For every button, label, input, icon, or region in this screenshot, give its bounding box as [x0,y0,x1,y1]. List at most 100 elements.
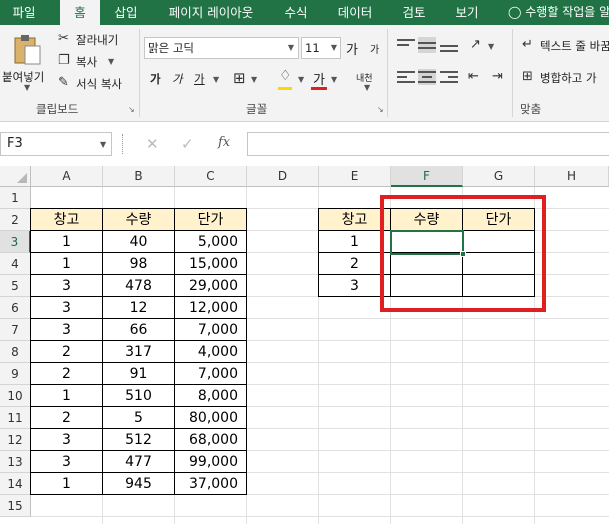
table1-cell[interactable]: 3 [30,274,103,297]
merge-center-button[interactable]: ⊞ 병합하고 가 [522,69,609,87]
table1-cell[interactable]: 2 [30,406,103,429]
table1-header-cell[interactable]: 창고 [30,208,103,231]
tab-insert[interactable]: 삽입 [105,0,147,25]
align-center-icon[interactable] [418,69,436,85]
row-header-1[interactable]: 1 [0,187,31,209]
row-header-2[interactable]: 2 [0,209,31,231]
column-header-d[interactable]: D [247,166,319,187]
row-header-7[interactable]: 7 [0,319,31,341]
align-bottom-icon[interactable] [440,37,458,53]
table1-cell[interactable]: 29,000 [174,274,247,297]
cancel-icon[interactable]: ✕ [146,135,159,153]
table1-cell[interactable]: 3 [30,318,103,341]
row-header-3[interactable]: 3 [0,231,31,253]
table1-header-cell[interactable]: 단가 [174,208,247,231]
table1-cell[interactable]: 12,000 [174,296,247,319]
tab-file[interactable]: 파일 [0,0,48,25]
tab-view[interactable]: 보기 [446,0,488,25]
borders-icon[interactable]: ⊞ [233,69,246,87]
align-left-icon[interactable] [397,69,415,85]
row-header-8[interactable]: 8 [0,341,31,363]
insert-function-icon[interactable]: fx [218,135,230,150]
column-header-g[interactable]: G [463,166,535,187]
table1-cell[interactable]: 1 [30,252,103,275]
table1-cell[interactable]: 91 [102,362,175,385]
increase-indent-icon[interactable]: ⇥ [492,69,503,84]
table1-cell[interactable]: 477 [102,450,175,473]
orientation-icon[interactable]: ↗ [470,37,481,52]
tab-page-layout[interactable]: 페이지 레이아웃 [158,0,264,25]
table1-cell[interactable]: 68,000 [174,428,247,451]
paste-button[interactable]: 붙여넣기 ▼ [2,31,50,92]
table1-cell[interactable]: 15,000 [174,252,247,275]
row-header-10[interactable]: 10 [0,385,31,407]
font-launcher-icon[interactable]: ↘ [377,105,384,114]
format-painter-button[interactable]: ✎ 서식 복사 [58,75,134,93]
table1-cell[interactable]: 317 [102,340,175,363]
table1-cell[interactable]: 1 [30,384,103,407]
align-middle-icon[interactable] [418,37,436,53]
table1-cell[interactable]: 3 [30,296,103,319]
column-header-f[interactable]: F [391,166,463,187]
row-header-12[interactable]: 12 [0,429,31,451]
italic-button[interactable]: 가 [172,71,183,87]
table1-cell[interactable]: 3 [30,450,103,473]
align-right-icon[interactable] [440,69,458,85]
table1-cell[interactable]: 2 [30,340,103,363]
table1-cell[interactable]: 40 [102,230,175,253]
table1-cell[interactable]: 3 [30,428,103,451]
clipboard-launcher-icon[interactable]: ↘ [128,105,135,114]
tell-me-box[interactable]: ◯ 수행할 작업을 알 [508,0,609,25]
table1-header-cell[interactable]: 수량 [102,208,175,231]
table1-cell[interactable]: 5 [102,406,175,429]
table1-cell[interactable]: 99,000 [174,450,247,473]
table1-cell[interactable]: 2 [30,362,103,385]
table1-cell[interactable]: 8,000 [174,384,247,407]
select-all-button[interactable] [0,166,31,187]
table1-cell[interactable]: 1 [30,472,103,495]
column-header-b[interactable]: B [103,166,175,187]
row-header-5[interactable]: 5 [0,275,31,297]
name-box[interactable]: F3 [0,132,112,156]
bold-button[interactable]: 가 [150,71,161,87]
row-header-11[interactable]: 11 [0,407,31,429]
column-header-c[interactable]: C [175,166,247,187]
copy-button[interactable]: ❐ 복사 ▼ [58,53,128,71]
table1-cell[interactable]: 945 [102,472,175,495]
column-header-h[interactable]: H [535,166,609,187]
wrap-text-button[interactable]: ↵ 텍스트 줄 바꿈 [522,37,609,55]
row-header-14[interactable]: 14 [0,473,31,495]
font-color-button[interactable]: 가 [313,69,325,88]
formula-input[interactable] [247,132,609,156]
tab-review[interactable]: 검토 [392,0,436,25]
decrease-indent-icon[interactable]: ⇤ [468,69,479,84]
cut-button[interactable]: ✂ 잘라내기 [58,31,128,49]
tab-formulas[interactable]: 수식 [274,0,318,25]
row-header-15[interactable]: 15 [0,495,31,517]
table1-cell[interactable]: 512 [102,428,175,451]
tab-data[interactable]: 데이터 [328,0,382,25]
font-size-select[interactable]: 11 ▼ [301,37,341,59]
fill-color-icon[interactable]: ♢ [279,68,292,84]
name-box-dropdown-icon[interactable]: ▼ [100,140,106,149]
column-header-a[interactable]: A [31,166,103,187]
column-header-e[interactable]: E [319,166,391,187]
table1-cell[interactable]: 80,000 [174,406,247,429]
font-name-select[interactable]: 맑은 고딕 ▼ [144,37,299,59]
grow-font-button[interactable]: 가 [346,39,358,58]
row-header-9[interactable]: 9 [0,363,31,385]
underline-button[interactable]: 가 [194,71,205,87]
table1-cell[interactable]: 98 [102,252,175,275]
align-top-icon[interactable] [397,37,415,53]
shrink-font-button[interactable]: 가 [370,41,379,56]
tab-home[interactable]: 홈 [60,0,100,25]
row-header-4[interactable]: 4 [0,253,31,275]
table1-cell[interactable]: 5,000 [174,230,247,253]
table1-cell[interactable]: 478 [102,274,175,297]
row-header-13[interactable]: 13 [0,451,31,473]
table1-cell[interactable]: 1 [30,230,103,253]
table1-cell[interactable]: 7,000 [174,362,247,385]
table1-cell[interactable]: 12 [102,296,175,319]
table1-cell[interactable]: 66 [102,318,175,341]
table1-cell[interactable]: 37,000 [174,472,247,495]
